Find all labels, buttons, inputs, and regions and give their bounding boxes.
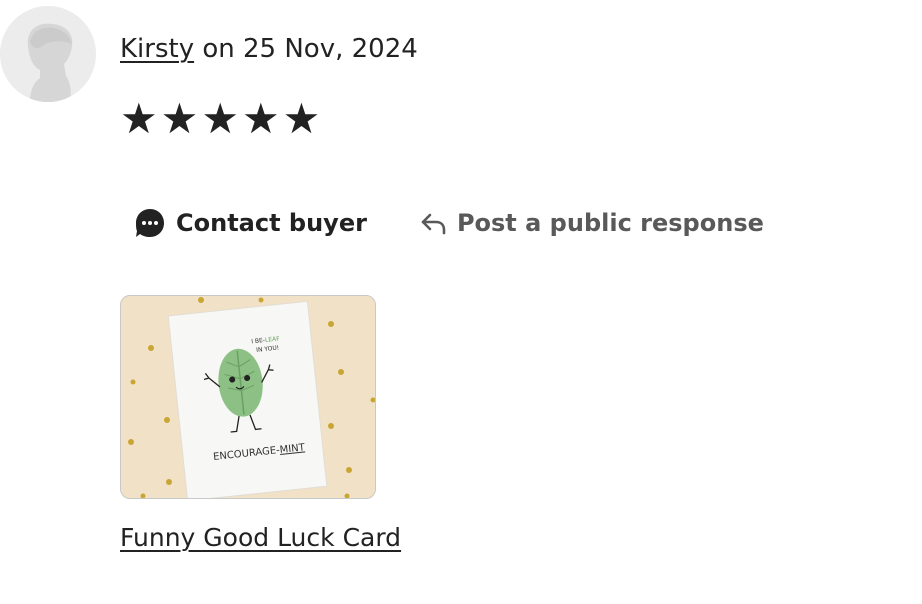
- star-rating: ★ ★ ★ ★ ★: [120, 96, 320, 142]
- greeting-card: I BE-LEAF IN YOU! ENCOURAGE-MINT: [167, 300, 328, 498]
- default-avatar-icon: [0, 6, 96, 102]
- card-text-top-1: I BE-: [251, 337, 265, 345]
- contact-buyer-label: Contact buyer: [176, 209, 367, 237]
- post-public-response-label: Post a public response: [456, 209, 764, 237]
- star-icon: ★: [241, 94, 280, 143]
- reviewer-name-link[interactable]: Kirsty: [120, 34, 194, 64]
- star-icon: ★: [282, 94, 321, 143]
- star-icon: ★: [160, 94, 199, 143]
- post-public-response-button[interactable]: Post a public response: [419, 209, 764, 237]
- star-icon: ★: [120, 94, 158, 143]
- chat-bubble-icon: [134, 207, 166, 239]
- contact-buyer-button[interactable]: Contact buyer: [134, 207, 367, 239]
- review-header: Kirsty on 25 Nov, 2024: [120, 30, 418, 68]
- reviewer-avatar: [0, 6, 96, 102]
- product-thumbnail[interactable]: I BE-LEAF IN YOU! ENCOURAGE-MINT: [120, 295, 376, 499]
- star-icon: ★: [201, 94, 239, 143]
- product-name-link[interactable]: Funny Good Luck Card: [120, 521, 401, 555]
- review-date: on 25 Nov, 2024: [202, 34, 418, 64]
- reply-arrow-icon: [419, 209, 447, 237]
- review-actions: Contact buyer Post a public response: [134, 203, 764, 243]
